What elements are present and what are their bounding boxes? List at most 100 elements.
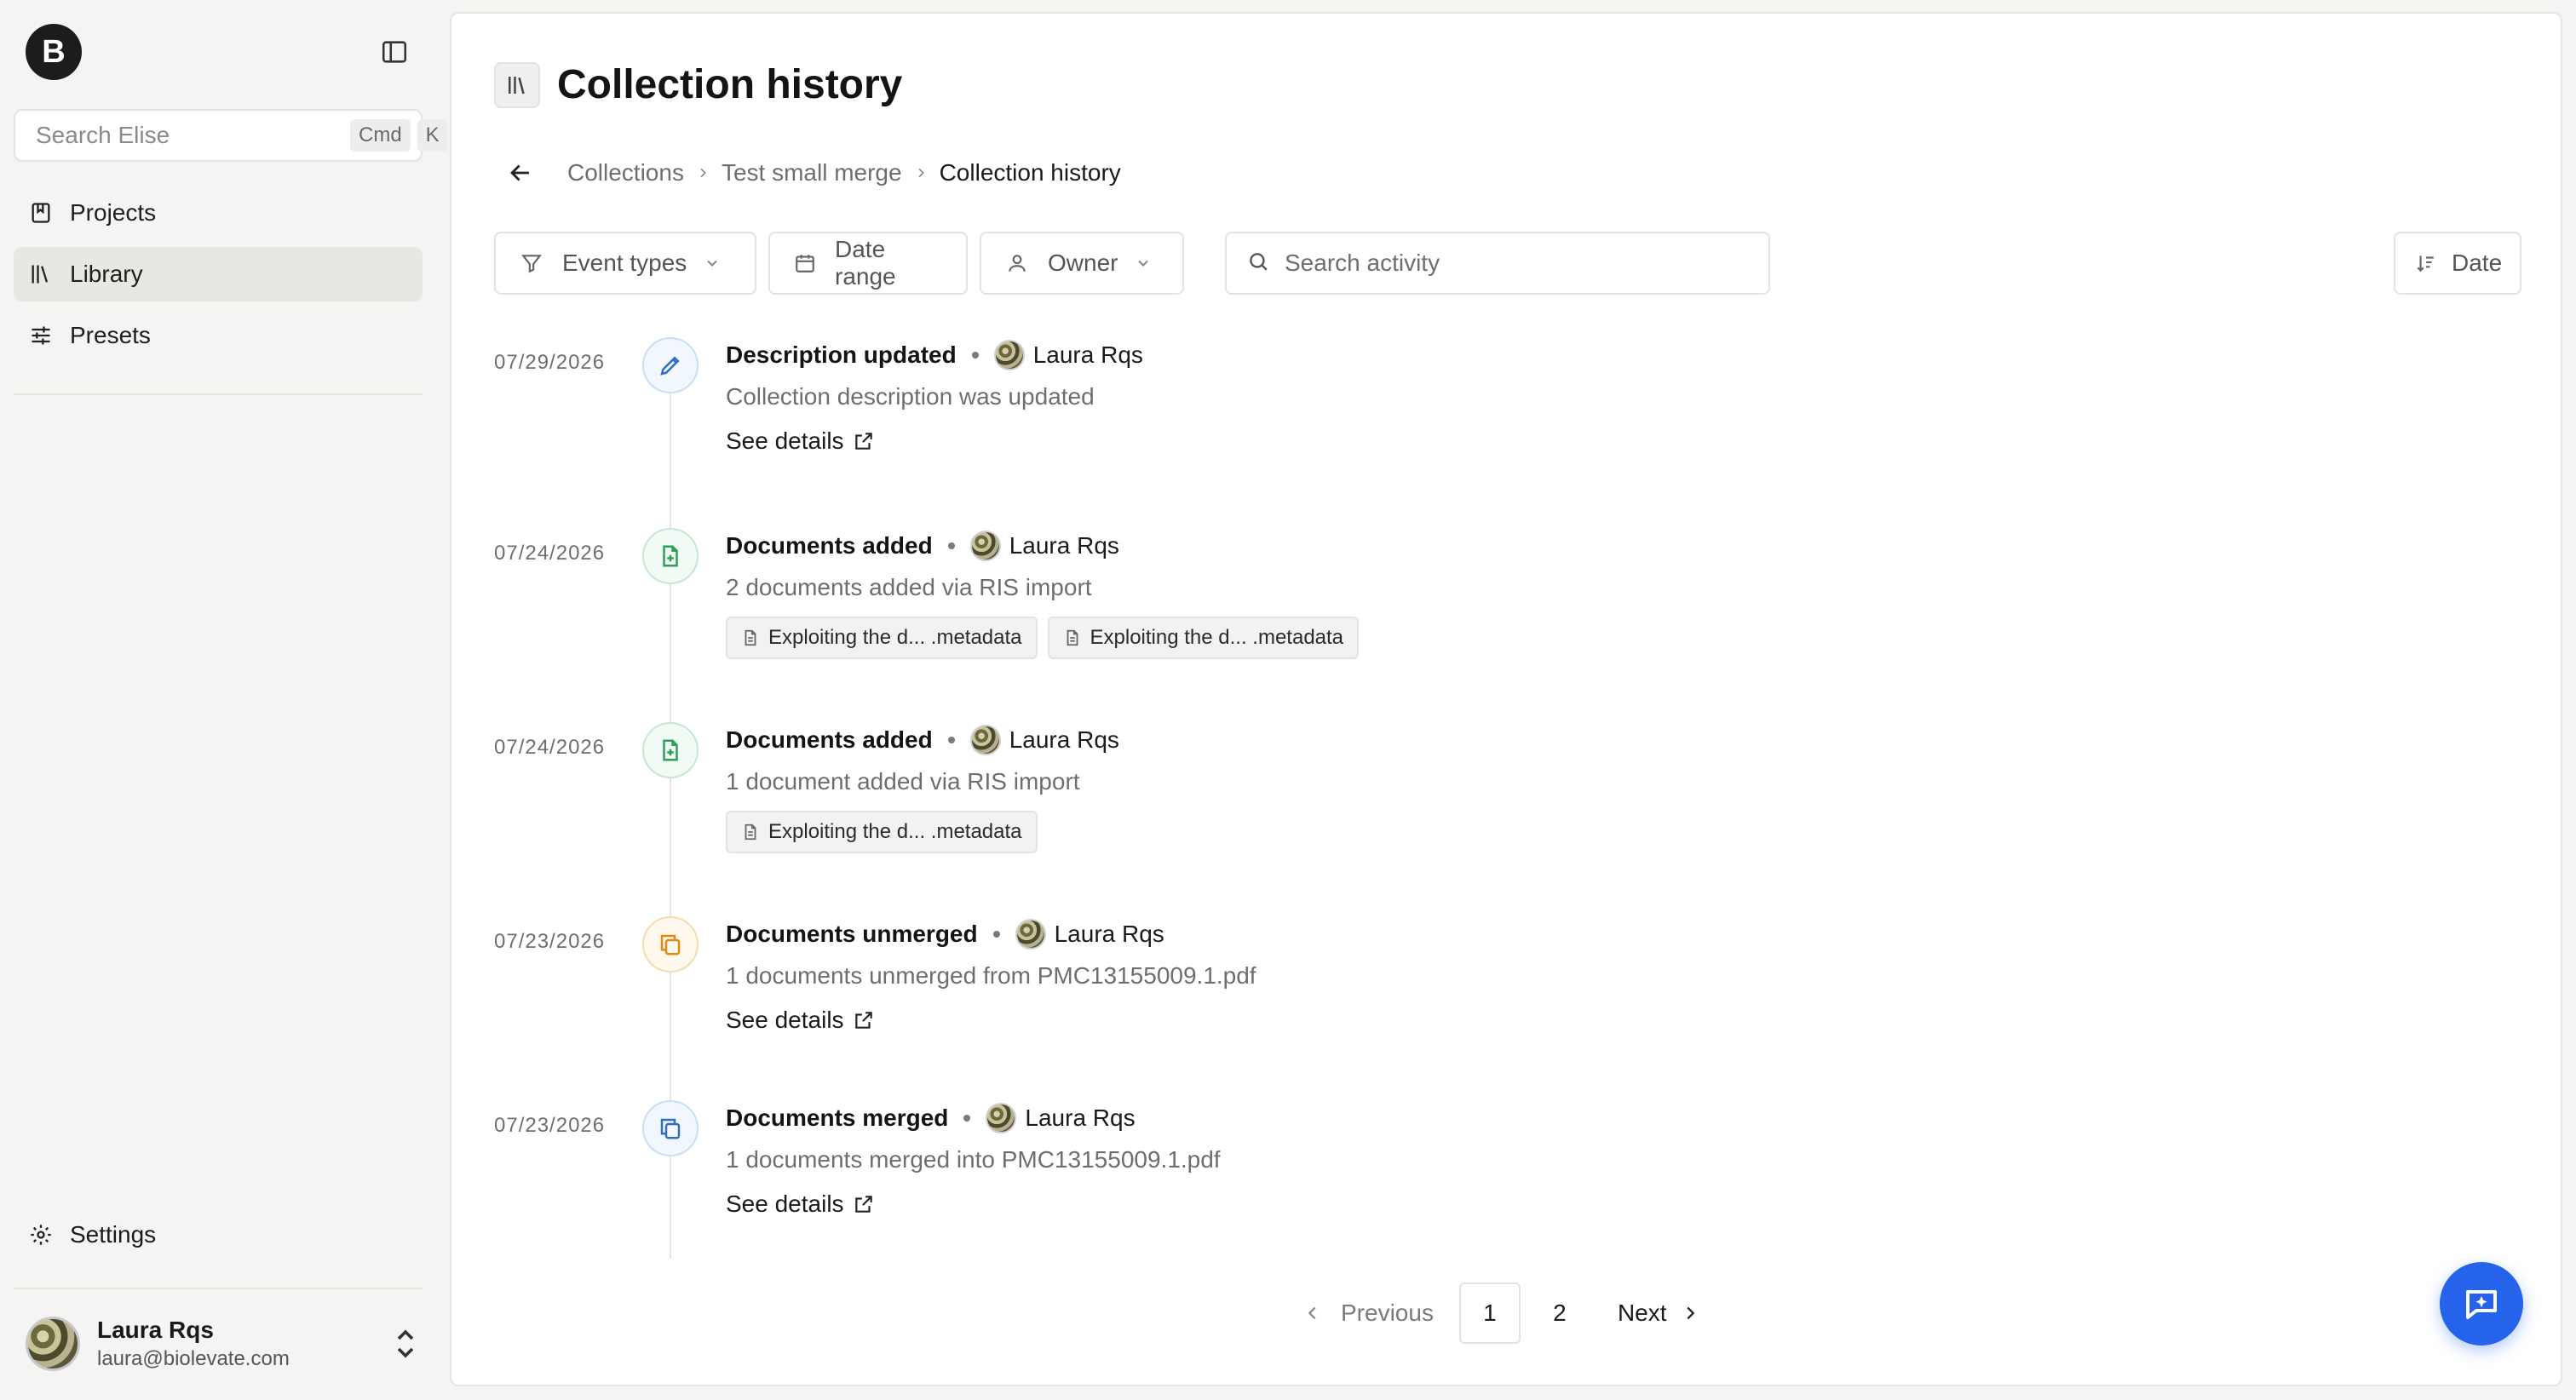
avatar — [969, 531, 1001, 561]
sidebar-item-label: Library — [70, 261, 143, 287]
avatar — [969, 725, 1001, 755]
next-page-button[interactable]: Next — [1618, 1300, 1699, 1327]
filter-icon — [520, 251, 543, 275]
see-details-link[interactable]: See details — [726, 1191, 875, 1218]
separator-dot — [947, 737, 955, 743]
chevron-right-icon — [700, 168, 706, 178]
separator-dot — [947, 542, 955, 549]
file-plus-icon — [642, 722, 699, 778]
date-range-filter[interactable]: Date range — [768, 232, 968, 295]
user-menu[interactable]: Laura Rqs laura@biolevate.com — [26, 1311, 417, 1376]
user-icon — [1005, 251, 1029, 275]
copy-icon — [642, 1100, 699, 1156]
event-description: Collection description was updated — [726, 383, 1095, 410]
calendar-icon — [794, 251, 816, 275]
file-icon — [745, 823, 756, 841]
filter-bar: Event types Date range Owner Search acti… — [494, 232, 2556, 295]
sidebar-item-projects[interactable]: Projects — [14, 186, 423, 240]
library-icon — [494, 61, 540, 108]
event-user[interactable]: Laura Rqs — [1009, 532, 1119, 559]
event-user[interactable]: Laura Rqs — [1025, 1105, 1135, 1132]
pencil-icon — [642, 337, 699, 393]
global-search[interactable]: Cmd K — [14, 109, 448, 162]
event-description: 1 document added via RIS import — [726, 768, 1080, 795]
see-details-label: See details — [726, 1007, 844, 1033]
sidebar-item-label: Projects — [70, 199, 157, 226]
main-panel: Collection history Collections Test smal… — [450, 12, 2562, 1386]
owner-filter[interactable]: Owner — [980, 232, 1184, 295]
avatar — [1015, 919, 1046, 950]
file-plus-icon — [642, 528, 699, 584]
event-title: Documents added — [726, 532, 933, 559]
see-details-label: See details — [726, 1191, 844, 1217]
event-title: Documents added — [726, 726, 933, 753]
gear-icon — [27, 1221, 55, 1248]
external-link-icon — [854, 1012, 872, 1029]
document-chip-label: Exploiting the d... .metadata — [768, 626, 1022, 649]
avatar — [993, 340, 1025, 370]
breadcrumb-collection[interactable]: Test small merge — [722, 159, 902, 186]
sidebar-divider — [14, 1288, 423, 1289]
pagination: Previous 1 2 Next — [1303, 1282, 1699, 1344]
event-description: 1 documents unmerged from PMC13155009.1.… — [726, 962, 1256, 989]
search-icon — [1247, 250, 1269, 277]
sidebar-item-presets[interactable]: Presets — [14, 308, 423, 363]
event-title: Documents merged — [726, 1105, 949, 1131]
sidebar-toggle-icon[interactable] — [380, 37, 409, 66]
event-description: 2 documents added via RIS import — [726, 574, 1092, 600]
see-details-link[interactable]: See details — [726, 427, 875, 455]
user-name: Laura Rqs — [97, 1317, 214, 1343]
previous-page-button[interactable]: Previous — [1303, 1300, 1434, 1327]
chat-sparkle-icon — [2466, 1290, 2497, 1319]
external-link-icon — [854, 1196, 872, 1213]
copy-icon — [642, 916, 699, 973]
sidebar: B Cmd K Projects Library Presets — [0, 0, 450, 1400]
book-icon — [27, 199, 55, 227]
chevron-right-icon — [917, 168, 924, 178]
assistant-chat-button[interactable] — [2440, 1262, 2523, 1345]
sort-icon — [2414, 251, 2436, 275]
sliders-icon — [27, 322, 55, 349]
sidebar-item-label: Presets — [70, 322, 151, 348]
app-logo[interactable]: B — [26, 24, 82, 80]
sidebar-item-settings[interactable]: Settings — [14, 1208, 423, 1262]
event-title: Documents unmerged — [726, 921, 978, 947]
date-range-label: Date range — [835, 236, 896, 290]
see-details-label: See details — [726, 427, 844, 454]
see-details-link[interactable]: See details — [726, 1007, 875, 1034]
event-date: 07/29/2026 — [494, 351, 606, 374]
owner-label: Owner — [1048, 250, 1118, 276]
chevron-left-icon — [1308, 1306, 1316, 1320]
breadcrumb-current: Collection history — [939, 159, 1121, 186]
document-chip[interactable]: Exploiting the d... .metadata — [726, 617, 1038, 659]
event-description: 1 documents merged into PMC13155009.1.pd… — [726, 1146, 1221, 1173]
separator-dot — [971, 352, 979, 359]
chevron-down-icon — [1138, 260, 1149, 267]
breadcrumb-collections[interactable]: Collections — [567, 159, 684, 186]
document-chip[interactable]: Exploiting the d... .metadata — [1047, 617, 1360, 659]
chevron-down-icon — [707, 260, 718, 267]
back-arrow-icon[interactable] — [506, 158, 535, 187]
sidebar-item-library[interactable]: Library — [14, 247, 423, 301]
chevron-up-down-icon[interactable] — [394, 1327, 417, 1361]
page-button-1[interactable]: 1 — [1458, 1282, 1521, 1344]
search-activity-field[interactable] — [1225, 232, 1770, 295]
event-user[interactable]: Laura Rqs — [1009, 726, 1119, 754]
sort-date-button[interactable]: Date — [2394, 232, 2521, 295]
event-user[interactable]: Laura Rqs — [1033, 341, 1143, 369]
event-title: Description updated — [726, 341, 957, 368]
sidebar-nav: Projects Library Presets — [14, 186, 423, 370]
page-button-2[interactable]: 2 — [1529, 1282, 1590, 1344]
library-icon — [27, 261, 55, 288]
event-date: 07/23/2026 — [494, 1114, 606, 1137]
next-label: Next — [1617, 1300, 1667, 1326]
global-search-input[interactable] — [36, 122, 343, 149]
event-date: 07/24/2026 — [494, 542, 606, 565]
event-user[interactable]: Laura Rqs — [1055, 921, 1164, 948]
file-icon — [1067, 629, 1078, 646]
shortcut-mod-key: Cmd — [350, 119, 411, 152]
event-types-filter[interactable]: Event types — [494, 232, 756, 295]
event-types-label: Event types — [562, 250, 687, 276]
document-chip[interactable]: Exploiting the d... .metadata — [726, 811, 1038, 853]
search-activity-input[interactable] — [1285, 250, 1768, 277]
